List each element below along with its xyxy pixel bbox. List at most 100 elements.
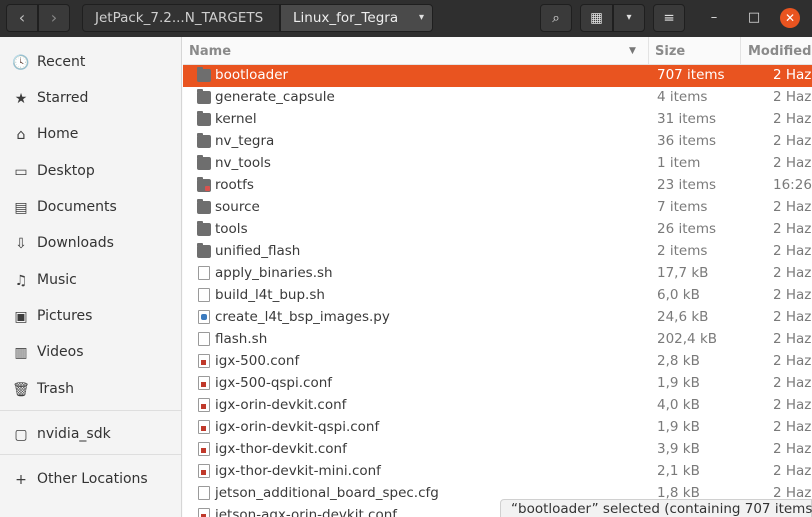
sidebar-item-label: Desktop (37, 163, 95, 179)
music-icon: ♫ (14, 273, 28, 289)
file-name: igx-500-qspi.conf (215, 375, 333, 391)
file-name: generate_capsule (215, 89, 335, 105)
file-name: build_l4t_bup.sh (215, 287, 325, 303)
search-button[interactable]: ⌕ (540, 4, 572, 32)
sidebar-item-label: Other Locations (37, 471, 148, 487)
desktop-icon: ▭ (14, 164, 28, 180)
folder-icon (197, 243, 211, 258)
sidebar-item-label: Downloads (37, 235, 114, 251)
sidebar-item-desktop[interactable]: ▭ Desktop (0, 155, 181, 187)
file-modified: 2 Haz (773, 397, 812, 413)
config-file-icon (198, 464, 210, 478)
breadcrumb-label: Linux_for_Tegra (293, 10, 399, 26)
file-row[interactable]: igx-orin-devkit-qspi.conf 1,9 kB 2 Haz (183, 417, 812, 439)
close-button[interactable]: ✕ (780, 8, 800, 28)
column-divider[interactable] (648, 37, 649, 65)
file-size: 4 items (657, 89, 708, 105)
sidebar-item-music[interactable]: ♫ Music (0, 264, 181, 296)
close-icon: ✕ (784, 11, 796, 25)
column-modified[interactable]: Modified (748, 44, 811, 59)
forward-button[interactable]: › (38, 4, 70, 32)
file-size: 24,6 kB (657, 309, 709, 325)
sidebar-item-trash[interactable]: 🗑 Trash (0, 373, 181, 405)
folder-icon (197, 133, 211, 148)
sidebar-item-nvidia-sdk[interactable]: ▢ nvidia_sdk (0, 418, 181, 450)
file-name: source (215, 199, 260, 215)
back-button[interactable]: ‹ (6, 4, 38, 32)
file-row[interactable]: kernel 31 items 2 Haz (183, 109, 812, 131)
file-modified: 2 Haz (773, 375, 812, 391)
file-size: 31 items (657, 111, 717, 127)
status-bar: “bootloader” selected (containing 707 it… (500, 499, 812, 517)
file-list: Name ▼ Size Modified bootloader 707 items… (183, 37, 812, 517)
file-row[interactable]: unified_flash 2 items 2 Haz (183, 241, 812, 263)
view-options-button[interactable]: ▾ (613, 4, 645, 32)
file-name: nv_tools (215, 155, 271, 171)
folder-icon: ▢ (14, 427, 28, 443)
file-modified: 2 Haz (773, 309, 812, 325)
file-row[interactable]: igx-thor-devkit.conf 3,9 kB 2 Haz (183, 439, 812, 461)
sidebar-item-downloads[interactable]: ⇩ Downloads (0, 227, 181, 259)
file-row[interactable]: flash.sh 202,4 kB 2 Haz (183, 329, 812, 351)
file-size: 2,1 kB (657, 463, 700, 479)
file-row[interactable]: tools 26 items 2 Haz (183, 219, 812, 241)
file-row[interactable]: create_l4t_bsp_images.py 24,6 kB 2 Haz (183, 307, 812, 329)
view-mode-button[interactable]: ▦ (580, 4, 613, 32)
breadcrumb-parent[interactable]: JetPack_7.2...N_TARGETS (82, 4, 280, 32)
file-row[interactable]: bootloader 707 items 2 Haz (183, 65, 812, 87)
file-modified: 2 Haz (773, 111, 812, 127)
column-header: Name ▼ Size Modified (183, 37, 812, 65)
file-size: 2,8 kB (657, 353, 700, 369)
sidebar-item-recent[interactable]: 🕓 Recent (0, 46, 181, 78)
sidebar-item-label: Pictures (37, 308, 93, 324)
column-name[interactable]: Name (189, 44, 231, 59)
file-row[interactable]: nv_tools 1 item 2 Haz (183, 153, 812, 175)
file-row[interactable]: apply_binaries.sh 17,7 kB 2 Haz (183, 263, 812, 285)
text-file-icon (198, 288, 210, 302)
file-row[interactable]: build_l4t_bup.sh 6,0 kB 2 Haz (183, 285, 812, 307)
menu-button[interactable]: ≡ (653, 4, 685, 32)
file-row[interactable]: igx-thor-devkit-mini.conf 2,1 kB 2 Haz (183, 461, 812, 483)
file-modified: 2 Haz (773, 441, 812, 457)
chevron-down-icon: ▾ (418, 12, 424, 23)
sidebar-item-videos[interactable]: ▥ Videos (0, 336, 181, 368)
file-row[interactable]: generate_capsule 4 items 2 Haz (183, 87, 812, 109)
minimize-button[interactable]: – (705, 9, 723, 27)
file-name: rootfs (215, 177, 254, 193)
file-row[interactable]: igx-500-qspi.conf 1,9 kB 2 Haz (183, 373, 812, 395)
sort-descending-icon: ▼ (629, 46, 636, 56)
sidebar-item-other-locations[interactable]: + Other Locations (0, 463, 181, 495)
plus-icon: + (15, 472, 27, 488)
breadcrumb-current[interactable]: Linux_for_Tegra ▾ (280, 4, 433, 32)
document-icon: ▤ (14, 200, 28, 216)
file-row[interactable]: igx-orin-devkit.conf 4,0 kB 2 Haz (183, 395, 812, 417)
file-size: 4,0 kB (657, 397, 700, 413)
file-modified: 2 Haz (773, 463, 812, 479)
picture-icon: ▣ (14, 309, 28, 325)
sidebar-item-label: Recent (37, 54, 86, 70)
python-file-icon (198, 310, 210, 324)
sidebar-item-documents[interactable]: ▤ Documents (0, 191, 181, 223)
file-size: 1,9 kB (657, 375, 700, 391)
hamburger-icon: ≡ (663, 10, 675, 26)
sidebar-item-starred[interactable]: ★ Starred (0, 82, 181, 114)
text-file-icon (198, 332, 210, 346)
home-icon: ⌂ (16, 127, 26, 143)
file-row[interactable]: source 7 items 2 Haz (183, 197, 812, 219)
config-file-icon (198, 354, 210, 368)
column-divider[interactable] (740, 37, 741, 65)
column-size[interactable]: Size (655, 44, 685, 59)
file-name: unified_flash (215, 243, 301, 259)
file-row[interactable]: nv_tegra 36 items 2 Haz (183, 131, 812, 153)
file-name: igx-orin-devkit.conf (215, 397, 347, 413)
search-icon: ⌕ (552, 10, 560, 26)
folder-icon (197, 199, 211, 214)
maximize-button[interactable]: □ (745, 9, 763, 27)
sidebar-item-pictures[interactable]: ▣ Pictures (0, 300, 181, 332)
sidebar-item-label: Trash (37, 381, 74, 397)
text-file-icon (198, 486, 210, 500)
sidebar-item-home[interactable]: ⌂ Home (0, 118, 181, 150)
file-row[interactable]: igx-500.conf 2,8 kB 2 Haz (183, 351, 812, 373)
video-icon: ▥ (14, 345, 28, 361)
file-row[interactable]: rootfs 23 items 16:26 (183, 175, 812, 197)
